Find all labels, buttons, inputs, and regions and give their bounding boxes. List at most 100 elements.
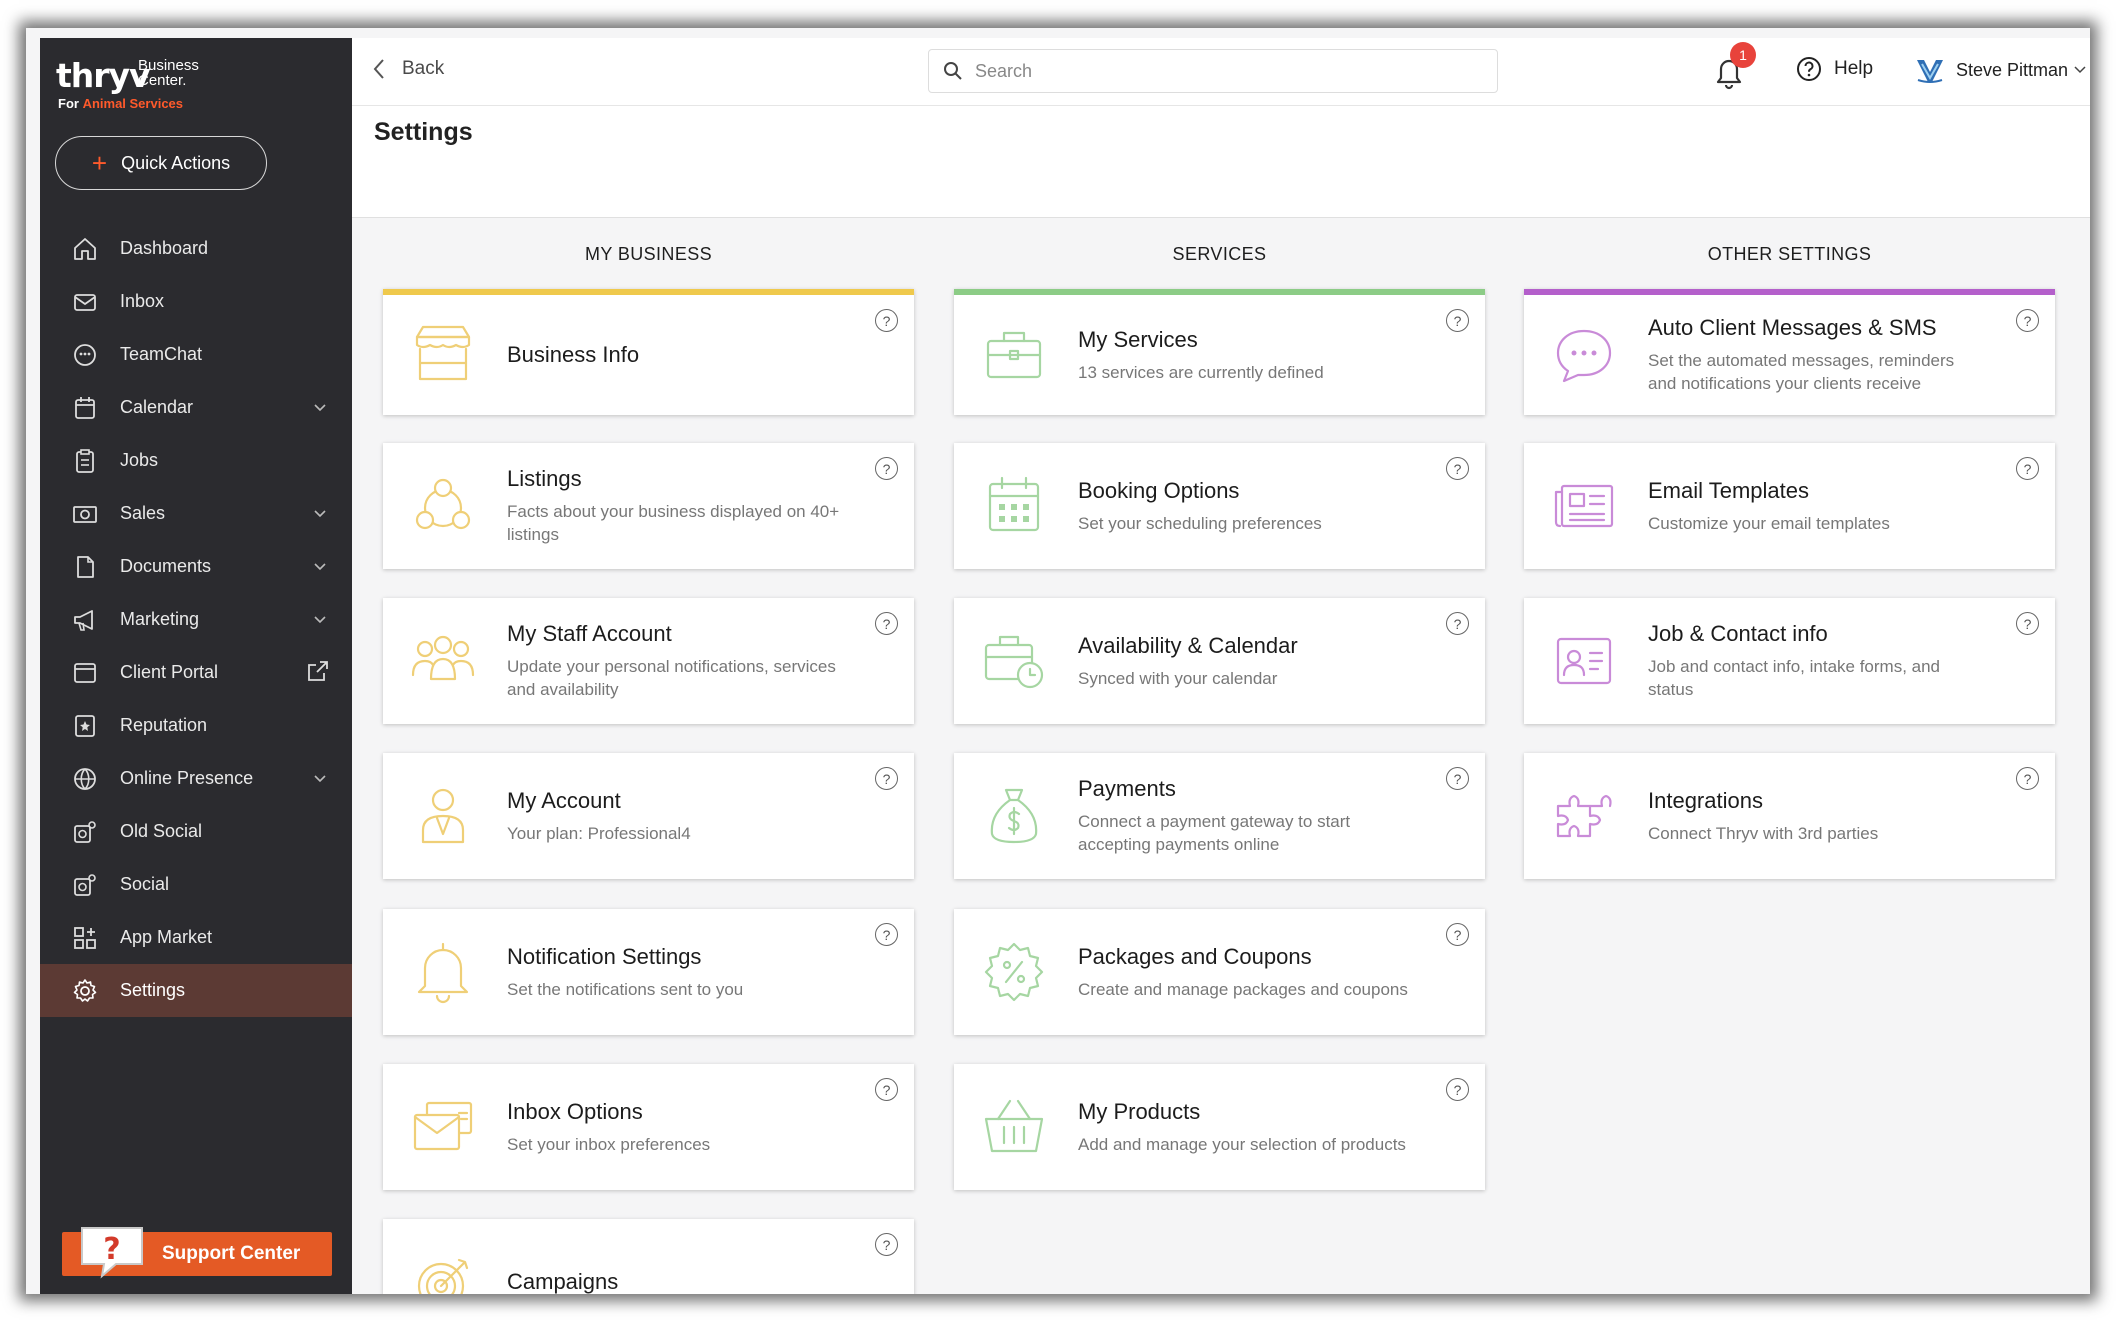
settings-card-availability-and-calendar[interactable]: Availability & Calendar Synced with your … [954,598,1485,724]
help-question-icon[interactable]: ? [2016,309,2039,332]
logo-for-accent: Animal Services [82,96,184,111]
settings-card-campaigns[interactable]: Campaigns? [383,1219,914,1294]
user-name: Steve Pittman [1956,59,2069,80]
settings-card-my-staff-account[interactable]: My Staff Account Update your personal not… [383,598,914,724]
card-subtitle: Synced with your calendar [1078,668,1278,688]
settings-card-job-and-contact-info[interactable]: Job & Contact info Job and contact info, … [1524,598,2055,724]
search-input[interactable] [975,60,1455,82]
help-question-icon[interactable]: ? [875,1078,898,1101]
settings-card-auto-client-messages-and-sms[interactable]: Auto Client Messages & SMS Set the automa… [1524,289,2055,415]
logo-industry: For Animal Services [58,96,183,111]
chevron-down-icon[interactable] [310,556,330,576]
contact-card-icon [1556,637,1612,685]
card-title: Integrations [1648,787,1763,813]
back-button[interactable]: Back [372,58,444,80]
column-heading: SERVICES [1172,244,1267,264]
sidebar-item-teamchat[interactable]: TeamChat [40,328,352,381]
thryv-logo[interactable]: thryv Business Center. For Animal Servic… [56,54,236,111]
settings-card-listings[interactable]: Listings Facts about your business displa… [383,443,914,569]
quick-actions-button[interactable]: + Quick Actions [55,136,267,190]
card-text: Packages and Coupons Create and manage pa… [1078,909,1415,1035]
chevron-down-icon[interactable] [310,503,330,523]
sidebar-item-calendar[interactable]: Calendar [40,381,352,434]
help-question-icon[interactable]: ? [875,457,898,480]
help-question-icon[interactable]: ? [1446,923,1469,946]
sidebar-item-label: Documents [120,556,212,576]
settings-card-notification-settings[interactable]: Notification Settings Set the notificatio… [383,909,914,1035]
apps-icon [72,925,98,951]
help-button[interactable]: Help [1796,56,1873,82]
logo-business-center: Business Center. [138,58,199,88]
user-menu[interactable]: Steve Pittman [1914,54,2086,86]
sidebar-item-settings[interactable]: Settings [40,964,352,1017]
card-text: Notification Settings Set the notificatio… [507,909,844,1035]
sidebar-item-jobs[interactable]: Jobs [40,434,352,487]
help-question-icon[interactable]: ? [2016,612,2039,635]
help-question-icon[interactable]: ? [2016,767,2039,790]
settings-card-payments[interactable]: Payments Connect a payment gateway to sta… [954,753,1485,879]
settings-card-business-info[interactable]: Business Info? [383,289,914,415]
support-center-button[interactable]: ? Support Center [62,1227,332,1279]
logo-sub-line2: Center. [138,72,187,89]
sidebar-item-online-presence[interactable]: Online Presence [40,752,352,805]
page-header: Settings [352,106,2090,218]
sidebar-item-app-market[interactable]: App Market [40,911,352,964]
megaphone-icon [72,607,98,633]
settings-card-my-account[interactable]: My Account Your plan: Professional4? [383,753,914,879]
sidebar-item-dashboard[interactable]: Dashboard [40,222,352,275]
card-subtitle: Create and manage packages and coupons [1078,979,1408,999]
chevron-down-icon[interactable] [310,768,330,788]
cash-icon [72,501,98,527]
help-question-icon[interactable]: ? [875,1233,898,1256]
help-question-icon[interactable]: ? [1446,1078,1469,1101]
sidebar-item-social[interactable]: Social [40,858,352,911]
help-question-icon[interactable]: ? [1446,309,1469,332]
settings-card-inbox-options[interactable]: Inbox Options Set your inbox preferences? [383,1064,914,1190]
quick-actions-label: Quick Actions [121,152,231,173]
card-text: My Services 13 services are currently def… [1078,295,1415,415]
sidebar-item-documents[interactable]: Documents [40,540,352,593]
card-text: Payments Connect a payment gateway to sta… [1078,753,1415,879]
sidebar-item-label: Reputation [120,715,208,735]
settings-card-booking-options[interactable]: Booking Options Set your scheduling prefe… [954,443,1485,569]
card-title: Email Templates [1648,477,1809,503]
support-question-icon: ? [81,1227,143,1279]
help-question-icon[interactable]: ? [875,612,898,635]
help-question-icon[interactable]: ? [1446,612,1469,635]
card-text: Auto Client Messages & SMS Set the automa… [1648,295,1985,415]
sidebar-item-label: Calendar [120,397,194,417]
sidebar-item-inbox[interactable]: Inbox [40,275,352,328]
chevron-down-icon[interactable] [310,397,330,417]
settings-card-my-products[interactable]: My Products Add and manage your selection… [954,1064,1485,1190]
sidebar-item-client-portal[interactable]: Client Portal [40,646,352,699]
help-question-icon[interactable]: ? [875,767,898,790]
chevron-down-icon[interactable] [310,609,330,629]
sidebar-item-sales[interactable]: Sales [40,487,352,540]
help-question-icon[interactable]: ? [1446,457,1469,480]
help-question-icon[interactable]: ? [2016,457,2039,480]
help-question-icon[interactable]: ? [1446,767,1469,790]
card-subtitle: Facts about your business displayed on 4… [507,502,840,544]
sidebar-item-label: Marketing [120,609,200,629]
settings-card-my-services[interactable]: My Services 13 services are currently def… [954,289,1485,415]
settings-card-integrations[interactable]: Integrations Connect Thryv with 3rd parti… [1524,753,2055,879]
logo-sub-line1: Business [138,57,199,74]
svg-text:?: ? [103,1232,120,1267]
sidebar-item-old-social[interactable]: Old Social [40,805,352,858]
card-text: Availability & Calendar Synced with your … [1078,598,1415,724]
external-link-icon[interactable] [306,659,330,683]
card-text: My Products Add and manage your selection… [1078,1064,1415,1190]
card-subtitle: Customize your email templates [1648,513,1890,533]
help-question-icon[interactable]: ? [875,923,898,946]
settings-card-packages-and-coupons[interactable]: Packages and Coupons Create and manage pa… [954,909,1485,1035]
card-subtitle: Add and manage your selection of product… [1078,1134,1406,1154]
settings-card-email-templates[interactable]: Email Templates Customize your email temp… [1524,443,2055,569]
sidebar-item-marketing[interactable]: Marketing [40,593,352,646]
search-box[interactable] [928,49,1498,93]
card-title: Payments [1078,776,1176,801]
card-title: My Staff Account [507,621,672,646]
card-subtitle: Connect a payment gateway to start accep… [1078,812,1351,854]
help-question-icon[interactable]: ? [875,309,898,332]
chevron-down-icon [2074,66,2086,74]
sidebar-item-reputation[interactable]: Reputation [40,699,352,752]
